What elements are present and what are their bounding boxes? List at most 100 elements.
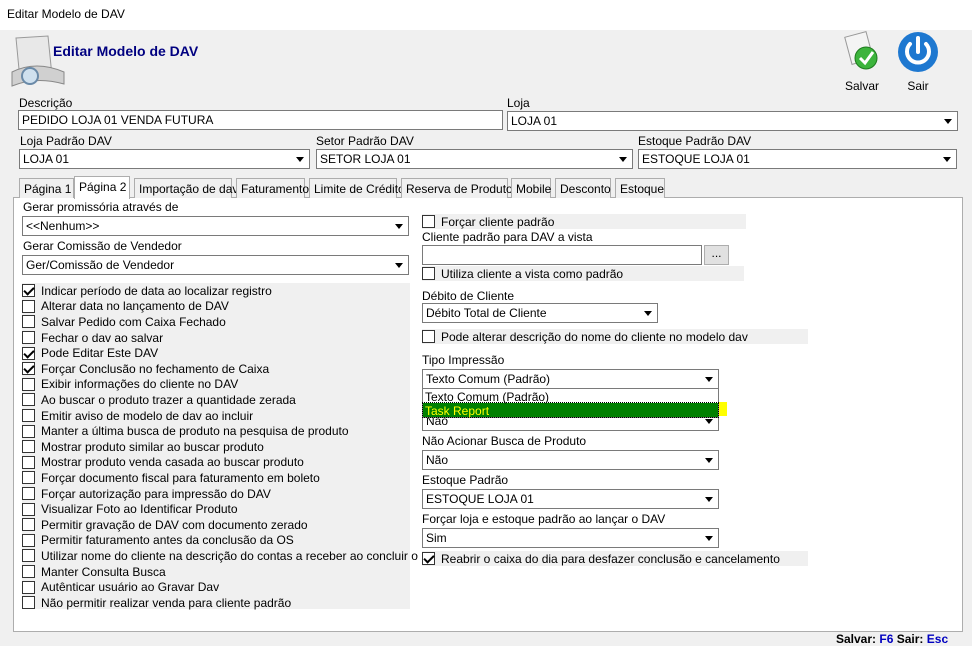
tab-reserva-produto[interactable]: Reserva de Produto xyxy=(401,178,513,198)
checkbox-box[interactable] xyxy=(22,284,35,298)
descricao-field[interactable]: PEDIDO LOJA 01 VENDA FUTURA xyxy=(18,110,503,130)
save-button[interactable]: Salvar xyxy=(834,30,890,93)
checkbox-box[interactable] xyxy=(422,552,435,566)
dropdown-option[interactable]: Texto Comum (Padrão) xyxy=(423,389,718,404)
checkbox-row[interactable]: Autênticar usuário ao Gravar Dav xyxy=(22,579,219,595)
alterar-desc-checkbox[interactable]: Pode alterar descrição do nome do client… xyxy=(422,329,748,345)
cliente-padrao-field[interactable] xyxy=(422,245,702,265)
checkbox-box[interactable] xyxy=(22,487,35,501)
checkbox-box[interactable] xyxy=(22,471,35,485)
checkbox-row[interactable]: Forçar autorização para impressão do DAV xyxy=(22,486,271,502)
checkbox-label: Exibir informações do cliente no DAV xyxy=(41,377,239,392)
chevron-down-icon[interactable] xyxy=(640,305,656,321)
checkbox-box[interactable] xyxy=(22,331,35,345)
checkbox-row[interactable]: Visualizar Foto ao Identificar Produto xyxy=(22,501,238,517)
utiliza-cliente-checkbox[interactable]: Utiliza cliente a vista como padrão xyxy=(422,266,623,282)
checkbox-box[interactable] xyxy=(22,346,35,360)
checkbox-row[interactable]: Permitir gravação de DAV com documento z… xyxy=(22,517,308,533)
forcar-loja-select[interactable]: Sim xyxy=(422,528,719,548)
tab-faturamento[interactable]: Faturamento xyxy=(236,178,309,198)
checkbox-row[interactable]: Mostrar produto venda casada ao buscar p… xyxy=(22,455,304,471)
checkbox-box[interactable] xyxy=(22,299,35,313)
estoque-padrao-select[interactable]: ESTOQUE LOJA 01 xyxy=(422,489,719,509)
checkbox-row[interactable]: Emitir aviso de modelo de dav ao incluir xyxy=(22,408,253,424)
checkbox-row[interactable]: Manter a última busca de produto na pesq… xyxy=(22,423,349,439)
chevron-down-icon[interactable] xyxy=(701,530,717,546)
dropdown-option-selected[interactable]: Task Report xyxy=(422,402,719,418)
setor-padrao-select-value: SETOR LOJA 01 xyxy=(320,152,411,166)
chevron-down-icon[interactable] xyxy=(701,371,717,387)
checkbox-box[interactable] xyxy=(22,580,35,594)
checkbox-row[interactable]: Permitir faturamento antes da conclusão … xyxy=(22,533,294,549)
checkbox-box[interactable] xyxy=(22,518,35,532)
checkbox-label: Indicar período de data ao localizar reg… xyxy=(41,283,272,298)
comissao-select[interactable]: Ger/Comissão de Vendedor xyxy=(22,255,409,275)
tab-pagina-2[interactable]: Página 2 xyxy=(74,176,130,199)
chevron-down-icon[interactable] xyxy=(615,151,631,167)
checkbox-box[interactable] xyxy=(422,215,435,229)
checkbox-box[interactable] xyxy=(22,440,35,454)
checkbox-box[interactable] xyxy=(22,409,35,423)
loja-select[interactable]: LOJA 01 xyxy=(507,111,958,131)
checkbox-box[interactable] xyxy=(22,393,35,407)
checkbox-row[interactable]: Forçar documento fiscal para faturamento… xyxy=(22,470,320,486)
checkbox-box[interactable] xyxy=(22,362,35,376)
chevron-down-icon[interactable] xyxy=(940,113,956,129)
estoque-padrao-dav-select[interactable]: ESTOQUE LOJA 01 xyxy=(638,149,957,169)
checkbox-box[interactable] xyxy=(22,533,35,547)
chevron-down-icon[interactable] xyxy=(391,257,407,273)
checkbox-box[interactable] xyxy=(22,455,35,469)
checkbox-box[interactable] xyxy=(22,502,35,516)
checkbox-row[interactable]: Indicar período de data ao localizar reg… xyxy=(22,283,272,299)
chevron-down-icon[interactable] xyxy=(391,218,407,234)
nao-acionar-select[interactable]: Não xyxy=(422,450,719,470)
tab-mobile[interactable]: Mobile xyxy=(511,178,551,198)
estoque-padrao-dav-label: Estoque Padrão DAV xyxy=(638,134,752,148)
loja-padrao-select[interactable]: LOJA 01 xyxy=(19,149,310,169)
reabrir-checkbox[interactable]: Reabrir o caixa do dia para desfazer con… xyxy=(422,551,780,567)
chevron-down-icon[interactable] xyxy=(701,452,717,468)
chevron-down-icon[interactable] xyxy=(939,151,955,167)
setor-padrao-select[interactable]: SETOR LOJA 01 xyxy=(316,149,633,169)
loja-padrao-select-value: LOJA 01 xyxy=(23,152,70,166)
checkbox-row[interactable]: Manter Consulta Busca xyxy=(22,564,166,580)
checkbox-box[interactable] xyxy=(22,315,35,329)
checkbox-row[interactable]: Ao buscar o produto trazer a quantidade … xyxy=(22,392,296,408)
chevron-down-icon[interactable] xyxy=(701,491,717,507)
nao-acionar-label: Não Acionar Busca de Produto xyxy=(422,434,587,448)
tab-pagina-1[interactable]: Página 1 xyxy=(19,178,74,198)
chevron-down-icon[interactable] xyxy=(292,151,308,167)
browse-client-button[interactable]: ... xyxy=(704,245,729,265)
page-title: Editar Modelo de DAV xyxy=(53,43,199,59)
checkbox-row[interactable]: Fechar o dav ao salvar xyxy=(22,330,163,346)
debito-select[interactable]: Débito Total de Cliente xyxy=(422,303,658,323)
checkbox-row[interactable]: Utilizar nome do cliente na descrição do… xyxy=(22,548,443,564)
tab-limite-credito[interactable]: Limite de Crédito xyxy=(309,178,405,198)
checkbox-label: Autênticar usuário ao Gravar Dav xyxy=(41,580,220,595)
highlight-mark xyxy=(718,402,727,416)
tab-estoque[interactable]: Estoque xyxy=(615,178,665,198)
checkbox-row[interactable]: Mostrar produto similar ao buscar produt… xyxy=(22,439,264,455)
checkbox-row[interactable]: Não permitir realizar venda para cliente… xyxy=(22,595,291,611)
tab-importacao-dav[interactable]: Importação de dav xyxy=(134,178,238,198)
checkbox-row[interactable]: Forçar Conclusão no fechamento de Caixa xyxy=(22,361,269,377)
checkbox-box[interactable] xyxy=(22,424,35,438)
forcar-cliente-checkbox[interactable]: Forçar cliente padrão xyxy=(422,214,554,230)
document-logo-icon xyxy=(11,35,65,87)
promissoria-select[interactable]: <<Nenhum>> xyxy=(22,216,409,236)
checkbox-label: Ao buscar o produto trazer a quantidade … xyxy=(41,392,296,407)
checkbox-box[interactable] xyxy=(22,549,35,563)
checkbox-box[interactable] xyxy=(22,565,35,579)
exit-button[interactable]: Sair xyxy=(890,30,946,93)
checkbox-row[interactable]: Alterar data no lançamento de DAV xyxy=(22,299,229,315)
checkbox-box[interactable] xyxy=(422,267,435,281)
checkbox-box[interactable] xyxy=(22,596,35,610)
checkbox-box[interactable] xyxy=(422,330,435,344)
tipo-impressao-select[interactable]: Texto Comum (Padrão) xyxy=(422,369,719,389)
checkbox-row[interactable]: Exibir informações do cliente no DAV xyxy=(22,377,238,393)
window-title: Editar Modelo de DAV xyxy=(7,7,125,21)
checkbox-box[interactable] xyxy=(22,377,35,391)
checkbox-row[interactable]: Pode Editar Este DAV xyxy=(22,345,158,361)
tab-desconto[interactable]: Desconto xyxy=(555,178,611,198)
checkbox-row[interactable]: Salvar Pedido com Caixa Fechado xyxy=(22,314,226,330)
